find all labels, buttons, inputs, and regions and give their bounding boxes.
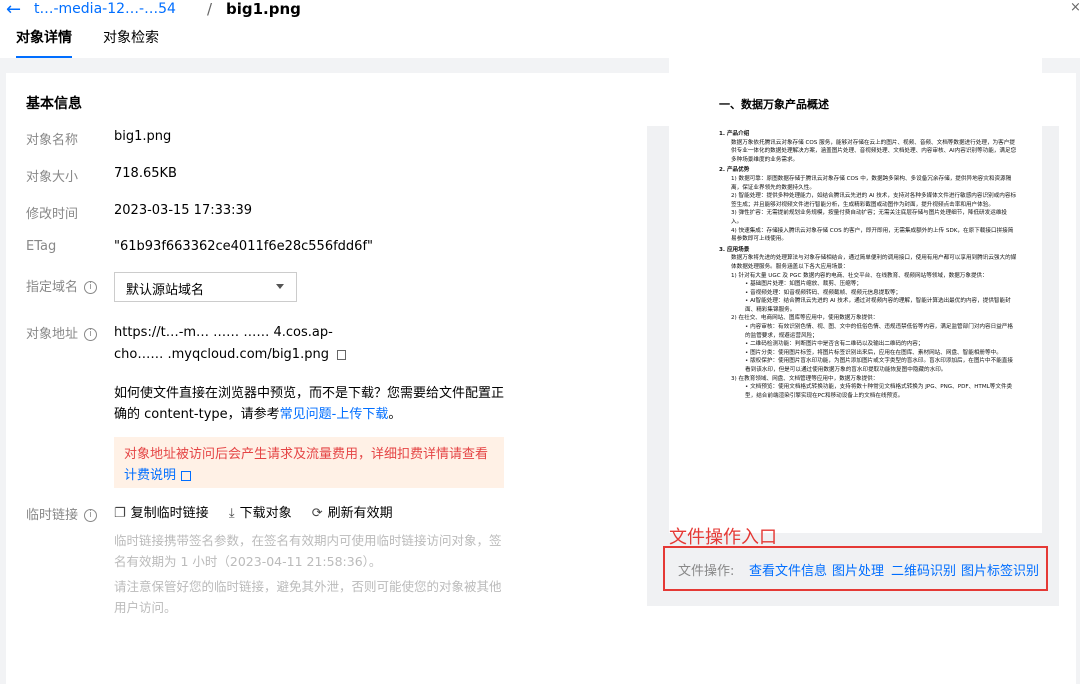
preview-doc-line: • 内容审核：有效识别色情、视、图、文中的低俗色情、违规违禁低俗等内容，满足监管…	[745, 324, 1013, 339]
close-icon[interactable]: ×	[1070, 0, 1080, 15]
copy-temp-link-label: 复制临时链接	[130, 506, 209, 521]
preview-doc-line: 4) 快速集成：存储接入腾讯云对象存储 COS 的客户，即开即用，无需集成额外的…	[731, 227, 1014, 243]
preview-doc-line: 3) 在教育领域、网盘、文档管理等应用中，数据万象提供：	[731, 375, 879, 382]
billing-warning: 对象地址被访问后会产生请求及流量费用，详细扣费详情请查看计费说明	[114, 437, 504, 488]
mtime-value: 2023-03-15 17:33:39	[114, 203, 253, 218]
domain-select-value: 默认源站域名	[126, 283, 205, 298]
arrow-left-icon[interactable]: ←	[6, 0, 21, 20]
copy-temp-link-button[interactable]: ❐ 复制临时链接	[114, 506, 209, 521]
chevron-down-icon	[276, 284, 284, 289]
preview-doc-line: 3. 应用场景	[719, 246, 750, 253]
info-icon[interactable]: i	[84, 509, 98, 522]
etag-value: "61b93f663362ce4011f6e28c556fdd6f"	[114, 239, 374, 254]
preview-doc-line: 1) 针对有大量 UGC 及 PGC 数据内容的电商、社交平台、在线教育、视频网…	[731, 272, 988, 279]
preview-doc-line: 1. 产品介绍	[719, 131, 750, 137]
domain-select[interactable]: 默认源站域名	[114, 272, 297, 302]
info-icon[interactable]: i	[84, 281, 98, 294]
preview-doc-line: • 图片分类：使用图片标签，将图片标签识别出来后，应用在在图库、素材网站、网盘、…	[745, 349, 1002, 356]
top-bar: ← t…-media-12…-…54 / big1.png × 对象详情 对象检…	[0, 0, 1080, 58]
refresh-icon: ⟳	[311, 506, 323, 521]
size-label: 对象大小	[26, 170, 79, 185]
refresh-validity-button[interactable]: ⟳ 刷新有效期	[312, 506, 393, 521]
copy-icon[interactable]	[336, 349, 346, 360]
temp-link-label: 临时链接 i	[26, 504, 98, 523]
refresh-validity-label: 刷新有效期	[327, 506, 393, 521]
address-label: 对象地址 i	[26, 323, 98, 342]
name-label: 对象名称	[26, 133, 79, 148]
file-operations-bar: 文件操作: 查看文件信息 图片处理 二维码识别 图片标签识别	[663, 546, 1048, 591]
preview-doc-line: 2) 在社交、电商网站、图库等应用中，使用数据万象提供：	[731, 315, 879, 322]
preview-doc-body: 1. 产品介绍数据万象依托腾讯云对象存储 COS 服务，能够对存储在云上的图片、…	[719, 130, 1017, 400]
breadcrumb-separator: /	[207, 0, 213, 18]
preview-doc-line: • AI智能处理：结合腾讯云先进的 AI 技术，通过对视频内容的理解，智能计算选…	[745, 298, 1011, 313]
preview-doc-line: • 基础图片处理：如图片缩放、裁剪、压缩等；	[745, 281, 862, 288]
breadcrumb-bucket[interactable]: t…-media-12…-…54	[34, 1, 176, 17]
info-icon[interactable]: i	[84, 328, 98, 341]
preview-doc-line: 2) 智能处理：提供多种处理能力，如结合腾讯云先进的 AI 技术，支持对各种多媒…	[731, 193, 1017, 208]
billing-warning-text: 对象地址被访问后会产生请求及流量费用，详细扣费详情请查看	[124, 447, 489, 462]
preview-doc-line: 3) 弹性扩容：无需提前规划业务规模，按量付费自动扩容；无需关注底层存储与图片处…	[731, 210, 1008, 225]
preview-doc-line: 2. 产品优势	[719, 167, 750, 174]
temp-link-actions: ❐ 复制临时链接 ⤓ 下载对象 ⟳ 刷新有效期	[114, 502, 409, 521]
copy-icon: ❐	[114, 506, 126, 521]
image-processing-link[interactable]: 图片处理	[832, 560, 884, 579]
image-tag-recognition-link[interactable]: 图片标签识别	[961, 560, 1039, 579]
download-object-button[interactable]: ⤓ 下载对象	[229, 506, 292, 521]
preview-doc-line: • 二维码检测功能：判断图片中是否含有二维码以及输出二维码的内容；	[745, 341, 924, 348]
domain-label: 指定域名 i	[26, 276, 98, 295]
external-link-icon[interactable]	[181, 470, 192, 481]
download-icon: ⤓	[228, 506, 235, 521]
preview-doc-line: • 版权保护：使用图片盲水印功能，为图片添加图片或文字类型的盲水印。盲水印添加后…	[745, 358, 1013, 374]
qrcode-recognition-link[interactable]: 二维码识别	[891, 560, 956, 579]
preview-doc-line: 数据万象将先进的处理算法与对象存储相结合，通过简单便利的调用接口，使用有用户都可…	[731, 255, 1017, 270]
name-value: big1.png	[114, 129, 172, 144]
preview-doc-line: • 音视频处理：如音视频转码、视频截帧、视频元信息提取等；	[745, 289, 902, 296]
object-address-line-1: https://t…-m… …… …… 4.cos.ap-	[114, 325, 333, 340]
mtime-label: 修改时间	[26, 207, 79, 222]
etag-label: ETag	[26, 239, 57, 254]
temp-link-warning: 请注意保管好您的临时链接，避免其外泄，否则可能使您的对象被其他用户访问。	[114, 579, 502, 615]
tab-object-search[interactable]: 对象检索	[103, 27, 159, 58]
file-operations-label: 文件操作:	[678, 564, 735, 579]
size-value: 718.65KB	[114, 166, 177, 181]
download-object-label: 下载对象	[239, 506, 292, 521]
preview-doc-title: 一、数据万象产品概述	[719, 98, 829, 111]
object-address: https://t…-m… …… …… 4.cos.ap- cho…… .myq…	[114, 322, 404, 366]
object-address-line-2: cho…… .myqcloud.com/big1.png	[114, 347, 329, 362]
preview-tip-end: 。	[388, 407, 402, 422]
preview-doc-line: 数据万象依托腾讯云对象存储 COS 服务，能够对存储在云上的图片、视频、音频、文…	[731, 139, 1017, 163]
preview-doc-line: • 文档预览：使用文档格式转换功能，支持将数十种常见文档格式转换为 JPG、PN…	[745, 384, 1013, 399]
breadcrumb-file-name: big1.png	[226, 0, 301, 18]
image-preview: 一、数据万象产品概述 1. 产品介绍数据万象依托腾讯云对象存储 COS 服务，能…	[669, 53, 1042, 533]
preview-doc-line: 1) 数据可靠：原图数据存储于腾讯云对象存储 COS 中，数据跨多架构、多设备冗…	[731, 175, 1012, 191]
tab-object-details[interactable]: 对象详情	[16, 27, 72, 58]
section-title: 基本信息	[26, 96, 82, 112]
temp-link-note: 临时链接携带签名参数，在签名有效期内可使用临时链接访问对象，签名有效期为 1 小…	[114, 533, 502, 569]
billing-link[interactable]: 计费说明	[124, 468, 176, 483]
preview-tip: 如何使文件直接在浏览器中预览，而不是下载？您需要给文件配置正确的 content…	[114, 383, 514, 425]
view-file-info-link[interactable]: 查看文件信息	[749, 560, 827, 579]
faq-link[interactable]: 常见问题-上传下载	[280, 407, 389, 422]
